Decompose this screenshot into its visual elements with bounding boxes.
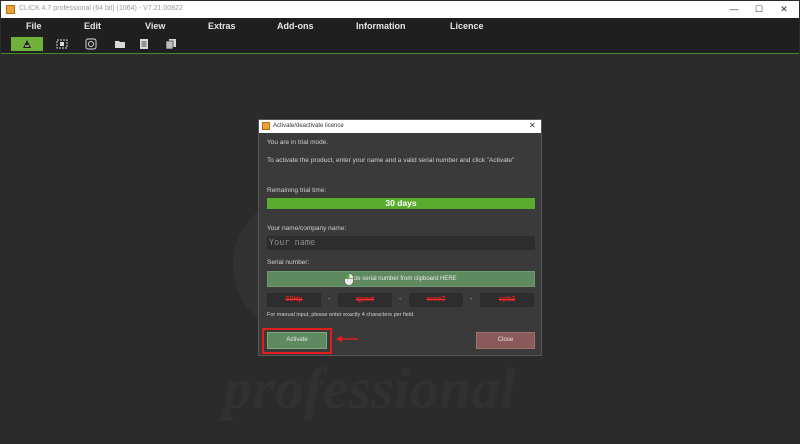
trial-time-bar: 30 days bbox=[267, 198, 535, 209]
minimize-button[interactable]: — bbox=[721, 1, 747, 18]
name-input[interactable] bbox=[267, 236, 535, 250]
title-bar: CLICK 4.7 professional (64 bit) (1064) -… bbox=[1, 1, 799, 18]
menu-extras[interactable]: Extras bbox=[208, 21, 236, 31]
maximize-button[interactable]: ☐ bbox=[746, 1, 772, 18]
paste-serial-button[interactable]: Paste serial number from clipboard HERE bbox=[267, 271, 535, 287]
licence-dialog: Activate/deactivate licence ✕ You are in… bbox=[258, 119, 542, 356]
menu-view[interactable]: View bbox=[145, 21, 165, 31]
mouse-icon bbox=[344, 273, 354, 286]
document-icon[interactable] bbox=[138, 38, 150, 50]
serial-separator: - bbox=[328, 296, 331, 303]
menu-licence[interactable]: Licence bbox=[450, 21, 484, 31]
trial-mode-text: You are in trial mode. bbox=[267, 139, 329, 146]
serial-field-2[interactable]: qpwd bbox=[338, 293, 392, 307]
menu-bar: File Edit View Extras Add-ons Informatio… bbox=[1, 18, 799, 35]
highlight-box bbox=[262, 328, 332, 354]
paste-serial-label: Paste serial number from clipboard HERE bbox=[345, 276, 457, 282]
serial-field-3[interactable]: wwe7 bbox=[409, 293, 463, 307]
dialog-title: Activate/deactivate licence bbox=[273, 123, 344, 129]
copy-icon[interactable] bbox=[165, 38, 177, 50]
app-window: CLICK 4.7 professional (64 bit) (1064) -… bbox=[0, 0, 800, 444]
window-title: CLICK 4.7 professional (64 bit) (1064) -… bbox=[19, 5, 183, 12]
serial-label: Serial number: bbox=[267, 259, 310, 266]
annotation-arrow-icon bbox=[336, 335, 358, 343]
folder-icon[interactable] bbox=[114, 38, 126, 50]
toolbar bbox=[1, 35, 799, 54]
dialog-title-bar: Activate/deactivate licence ✕ bbox=[259, 120, 541, 133]
photo-icon[interactable] bbox=[85, 38, 97, 50]
serial-field-1[interactable]: 50Hp bbox=[267, 293, 321, 307]
serial-field-4[interactable]: spb2 bbox=[480, 293, 534, 307]
brush-icon[interactable] bbox=[11, 37, 43, 51]
app-icon bbox=[6, 5, 15, 14]
menu-add-ons[interactable]: Add-ons bbox=[277, 21, 314, 31]
menu-edit[interactable]: Edit bbox=[84, 21, 101, 31]
name-label: Your name/company name: bbox=[267, 225, 347, 232]
manual-input-hint: For manual input, please enter exactly 4… bbox=[267, 312, 415, 318]
dialog-app-icon bbox=[262, 122, 270, 130]
instruction-text: To activate the product, enter your name… bbox=[267, 157, 515, 164]
remaining-label: Remaining trial time: bbox=[267, 187, 327, 194]
watermark-text: professional bbox=[223, 356, 517, 421]
close-window-button[interactable]: ✕ bbox=[771, 1, 797, 18]
menu-file[interactable]: File bbox=[26, 21, 42, 31]
selection-icon[interactable] bbox=[56, 38, 68, 50]
serial-separator: - bbox=[399, 296, 402, 303]
close-button[interactable]: Close bbox=[476, 332, 535, 349]
serial-separator: - bbox=[470, 296, 473, 303]
menu-information[interactable]: Information bbox=[356, 21, 406, 31]
dialog-close-icon[interactable]: ✕ bbox=[529, 121, 536, 130]
